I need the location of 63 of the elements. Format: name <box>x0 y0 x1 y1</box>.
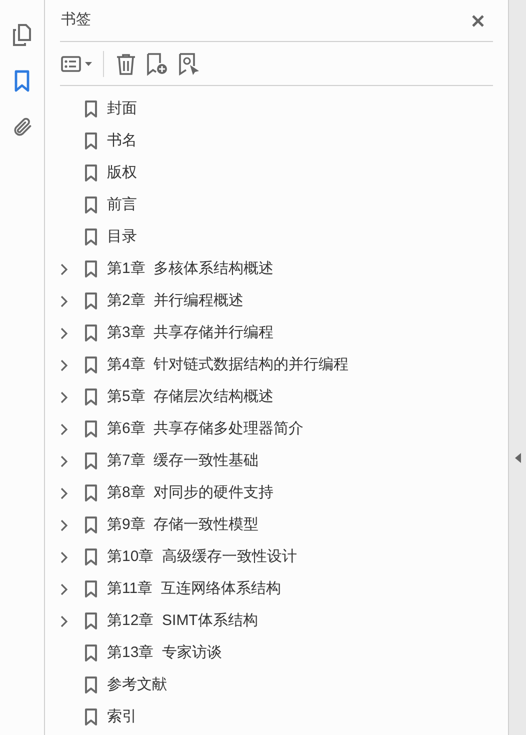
bookmark-item[interactable]: 版权 <box>107 162 137 184</box>
bookmark-icon <box>84 356 98 374</box>
expand-chevron-icon[interactable] <box>60 262 68 276</box>
bookmark-icon <box>84 484 98 502</box>
bookmark-item[interactable]: 目录 <box>107 226 137 248</box>
bookmark-icon <box>84 388 98 406</box>
options-dropdown[interactable] <box>61 56 92 72</box>
bookmark-item[interactable]: 第8章 对同步的硬件支持 <box>107 482 274 504</box>
bookmark-icon <box>84 516 98 534</box>
new-bookmark-button[interactable] <box>145 52 169 76</box>
bookmark-icon <box>84 644 98 662</box>
bookmark-item[interactable]: 索引 <box>107 706 137 728</box>
collapse-arrow-icon[interactable] <box>514 452 520 462</box>
bookmark-icon <box>84 420 98 438</box>
expand-chevron-icon[interactable] <box>60 550 68 564</box>
bookmark-icon <box>84 196 98 214</box>
pages-icon[interactable] <box>12 23 32 47</box>
bookmark-item[interactable]: 参考文献 <box>107 674 167 696</box>
paperclip-icon[interactable] <box>11 116 33 138</box>
bookmark-item[interactable]: 第11章 互连网络体系结构 <box>107 578 281 600</box>
bookmark-item[interactable]: 第13章 专家访谈 <box>107 642 222 664</box>
bookmark-item[interactable]: 第3章 共享存储并行编程 <box>107 322 274 344</box>
expand-chevron-icon[interactable] <box>60 582 68 596</box>
bookmark-item[interactable]: 第2章 并行编程概述 <box>107 290 244 312</box>
bookmark-icon <box>84 612 98 630</box>
bookmark-icon[interactable] <box>14 70 30 92</box>
bookmark-icon <box>84 676 98 694</box>
bookmark-item[interactable]: 第6章 共享存储多处理器简介 <box>107 418 304 440</box>
bookmark-item[interactable]: 第7章 缓存一致性基础 <box>107 450 259 472</box>
find-bookmark-button[interactable] <box>177 52 201 76</box>
bookmark-item[interactable]: 第10章 高级缓存一致性设计 <box>107 546 298 568</box>
expand-chevron-icon[interactable] <box>60 518 68 532</box>
expand-chevron-icon[interactable] <box>60 454 68 468</box>
bookmark-icon <box>84 260 98 278</box>
caret-icon[interactable] <box>85 62 92 66</box>
bookmark-item[interactable]: 前言 <box>107 194 137 216</box>
expand-chevron-icon[interactable] <box>60 358 68 372</box>
bookmark-icon <box>84 452 98 470</box>
expand-chevron-icon[interactable] <box>60 326 68 340</box>
panel-title: 书签 <box>60 10 91 30</box>
bookmark-icon <box>84 100 98 118</box>
bookmark-icon <box>84 164 98 182</box>
bookmark-icon <box>84 580 98 598</box>
delete-button[interactable] <box>115 52 137 76</box>
bookmark-item[interactable]: 书名 <box>107 130 137 152</box>
bookmark-item[interactable]: 第4章 针对链式数据结构的并行编程 <box>107 354 349 376</box>
expand-chevron-icon[interactable] <box>60 422 68 436</box>
bookmark-icon <box>84 132 98 150</box>
bookmark-icon <box>84 708 98 726</box>
bookmark-item[interactable]: 第12章 SIMT体系结构 <box>107 610 258 632</box>
expand-chevron-icon[interactable] <box>60 614 68 628</box>
bookmark-item[interactable]: 第5章 存储层次结构概述 <box>107 386 274 408</box>
bookmark-icon <box>84 228 98 246</box>
bookmark-icon <box>84 324 98 342</box>
close-button[interactable] <box>470 12 486 28</box>
expand-chevron-icon[interactable] <box>60 486 68 500</box>
bookmark-icon <box>84 292 98 310</box>
bookmark-item[interactable]: 第1章 多核体系结构概述 <box>107 258 274 280</box>
bookmark-item[interactable]: 第9章 存储一致性模型 <box>107 514 259 536</box>
bookmark-icon <box>84 548 98 566</box>
expand-chevron-icon[interactable] <box>60 294 68 308</box>
expand-chevron-icon[interactable] <box>60 390 68 404</box>
bookmark-item[interactable]: 封面 <box>107 98 137 120</box>
